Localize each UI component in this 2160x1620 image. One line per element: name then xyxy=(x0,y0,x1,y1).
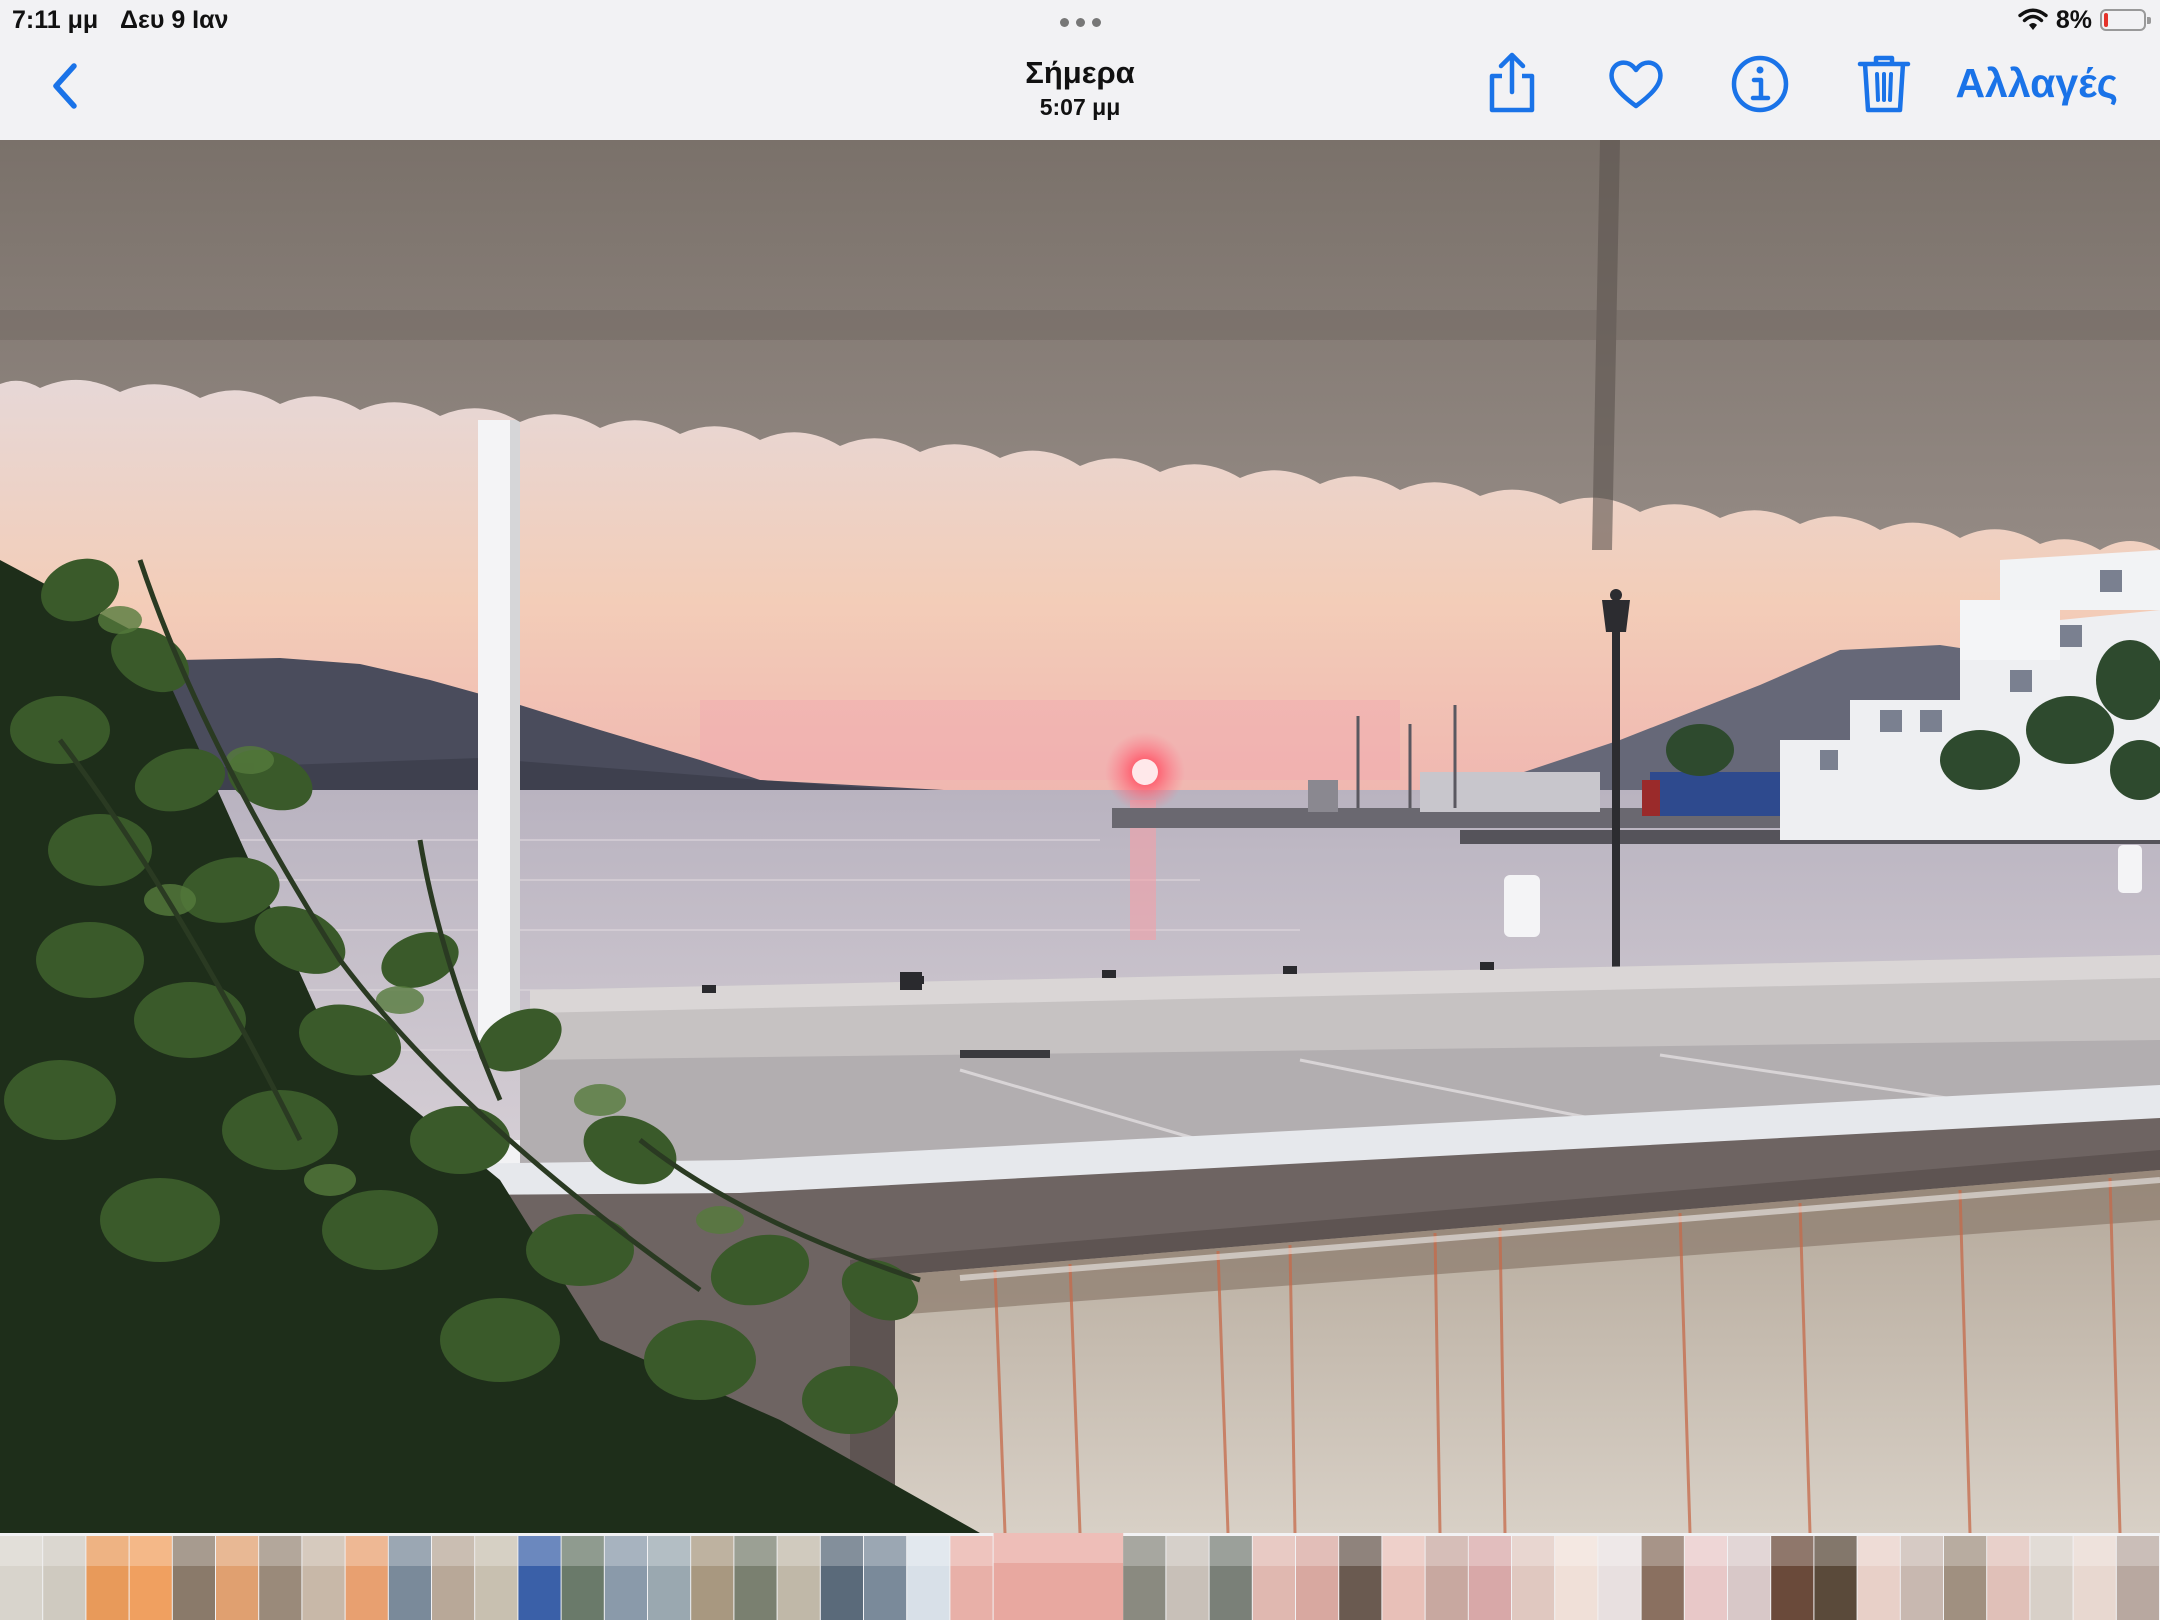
status-time: 7:11 μμ xyxy=(12,6,99,34)
trash-icon xyxy=(1857,55,1911,113)
delete-button[interactable] xyxy=(1852,52,1916,116)
thumbnail-highlight xyxy=(604,1536,647,1566)
thumbnail-highlight xyxy=(2030,1536,2073,1566)
thumbnail-strip[interactable] xyxy=(0,1533,2160,1620)
thumbnail-highlight xyxy=(345,1536,388,1566)
multitasking-dots-icon[interactable] xyxy=(1056,18,1104,28)
info-button[interactable] xyxy=(1728,52,1792,116)
thumbnail-highlight xyxy=(1382,1536,1425,1566)
thumbnail-highlight xyxy=(1728,1536,1771,1566)
thumbnail-highlight xyxy=(1252,1536,1295,1566)
status-date: Δευ 9 Ιαν xyxy=(120,6,229,34)
thumbnail-highlight xyxy=(302,1536,345,1566)
thumbnail-highlight xyxy=(2073,1536,2116,1566)
thumbnail-highlight xyxy=(1123,1536,1166,1566)
thumbnail-highlight xyxy=(907,1536,950,1566)
thumbnail-highlight xyxy=(0,1536,43,1566)
thumbnail-highlight xyxy=(993,1533,1124,1563)
thumbnail-highlight xyxy=(691,1536,734,1566)
thumbnail-highlight xyxy=(1339,1536,1382,1566)
thumbnail-highlight xyxy=(1598,1536,1641,1566)
page-subtitle: 5:07 μμ xyxy=(1039,94,1121,120)
share-button[interactable] xyxy=(1480,52,1544,116)
battery-icon xyxy=(2100,9,2151,31)
thumbnail-highlight xyxy=(475,1536,518,1566)
thumbnail-highlight xyxy=(1900,1536,1943,1566)
info-icon xyxy=(1731,55,1789,113)
favorite-button[interactable] xyxy=(1604,52,1668,116)
thumbnail-highlight xyxy=(777,1536,820,1566)
thumbnail-highlight xyxy=(1857,1536,1900,1566)
thumbnail-highlight xyxy=(1684,1536,1727,1566)
battery-percentage: 8% xyxy=(2055,5,2092,34)
thumbnail-highlight xyxy=(1166,1536,1209,1566)
thumbnail-highlight xyxy=(561,1536,604,1566)
edit-button[interactable]: Αλλαγές xyxy=(1955,60,2118,107)
thumbnail-highlight xyxy=(1771,1536,1814,1566)
thumbnail-highlight xyxy=(172,1536,215,1566)
thumbnail-highlight xyxy=(1944,1536,1987,1566)
thumbnail-highlight xyxy=(259,1536,302,1566)
thumbnail-highlight xyxy=(1468,1536,1511,1566)
back-button[interactable] xyxy=(44,58,94,114)
navigation-bar: Σήμερα 5:07 μμ Αλλαγές xyxy=(0,40,2160,140)
thumbnail-highlight xyxy=(518,1536,561,1566)
thumbnail-highlight xyxy=(86,1536,129,1566)
thumbnail-list[interactable] xyxy=(0,1533,2160,1620)
thumbnail-highlight xyxy=(950,1536,993,1566)
thumbnail-highlight xyxy=(820,1536,863,1566)
thumbnail-highlight xyxy=(2116,1536,2159,1566)
page-title: Σήμερα xyxy=(1025,55,1135,90)
thumbnail-highlight xyxy=(734,1536,777,1566)
sunset-harbor-photo xyxy=(0,140,2160,1533)
thumbnail-highlight xyxy=(1209,1536,1252,1566)
thumbnail-highlight xyxy=(1425,1536,1468,1566)
heart-icon xyxy=(1609,60,1663,109)
thumbnail-highlight xyxy=(1512,1536,1555,1566)
thumbnail-highlight xyxy=(1987,1536,2030,1566)
thumbnail-highlight xyxy=(864,1536,907,1566)
thumbnail-highlight xyxy=(1296,1536,1339,1566)
thumbnail-highlight xyxy=(648,1536,691,1566)
thumbnail-highlight xyxy=(388,1536,431,1566)
thumbnail-highlight xyxy=(432,1536,475,1566)
share-icon xyxy=(1489,52,1535,113)
thumbnail-highlight xyxy=(216,1536,259,1566)
thumbnail-highlight xyxy=(1641,1536,1684,1566)
thumbnail-highlight xyxy=(1814,1536,1857,1566)
wifi-icon xyxy=(2018,8,2048,30)
photo-viewer[interactable] xyxy=(0,140,2160,1533)
chevron-left-icon xyxy=(53,63,77,109)
status-bar: 7:11 μμ Δευ 9 Ιαν 8% xyxy=(0,0,2160,40)
thumbnail-highlight xyxy=(43,1536,86,1566)
thumbnail-highlight xyxy=(1555,1536,1598,1566)
thumbnail-highlight xyxy=(129,1536,172,1566)
status-indicators: 8% xyxy=(2018,5,2151,34)
